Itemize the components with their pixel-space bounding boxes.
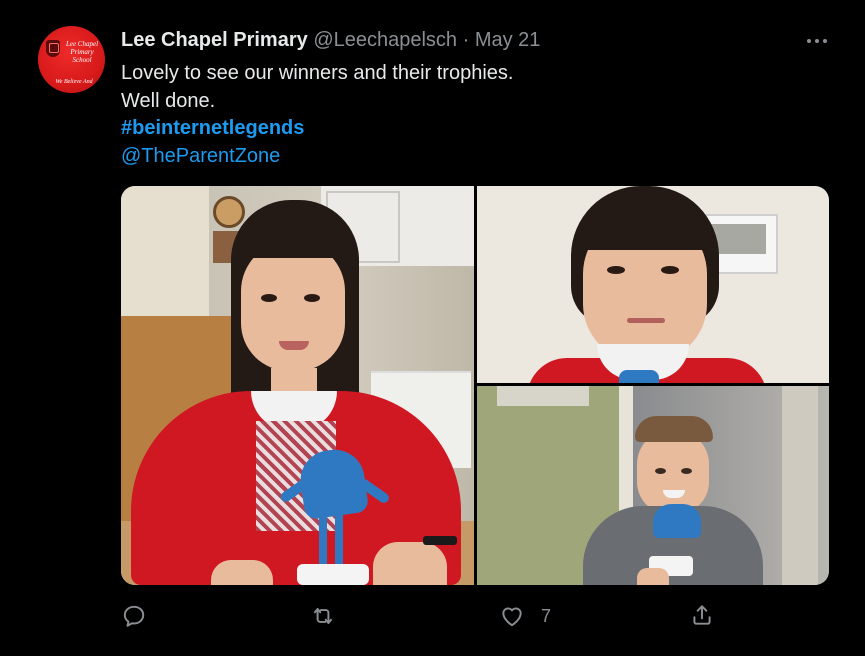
tweet-text-line-1: Lovely to see our winners and their trop…	[121, 62, 514, 84]
hashtag-link[interactable]: #beinternetlegends	[121, 117, 304, 140]
media-photo-3[interactable]	[477, 386, 829, 585]
separator-dot: ·	[462, 29, 470, 51]
more-icon[interactable]	[805, 28, 829, 52]
media-photo-1[interactable]	[121, 186, 474, 585]
avatar-logo-text-bottom: We Believe And	[55, 79, 93, 85]
like-icon[interactable]	[499, 603, 525, 629]
author-avatar[interactable]: Lee Chapel Primary School We Believe And	[38, 26, 105, 93]
mention-link[interactable]: @TheParentZone	[121, 145, 280, 168]
author-handle[interactable]: @Leechapelsch	[313, 29, 457, 51]
tweet-header: Lee Chapel Primary @Leechapelsch · May 2…	[121, 29, 540, 52]
school-crest-icon	[46, 40, 60, 57]
media-photo-2[interactable]	[477, 186, 829, 383]
tweet-text-line-2: Well done.	[121, 90, 216, 112]
avatar-logo-text-top: Lee Chapel Primary School	[65, 40, 99, 64]
retweet-icon[interactable]	[310, 603, 336, 629]
author-name[interactable]: Lee Chapel Primary	[121, 29, 308, 51]
like-count: 7	[541, 606, 552, 626]
tweet-date[interactable]: May 21	[475, 29, 541, 51]
reply-icon[interactable]	[121, 603, 147, 629]
share-icon[interactable]	[689, 602, 715, 628]
media-grid	[121, 186, 829, 585]
